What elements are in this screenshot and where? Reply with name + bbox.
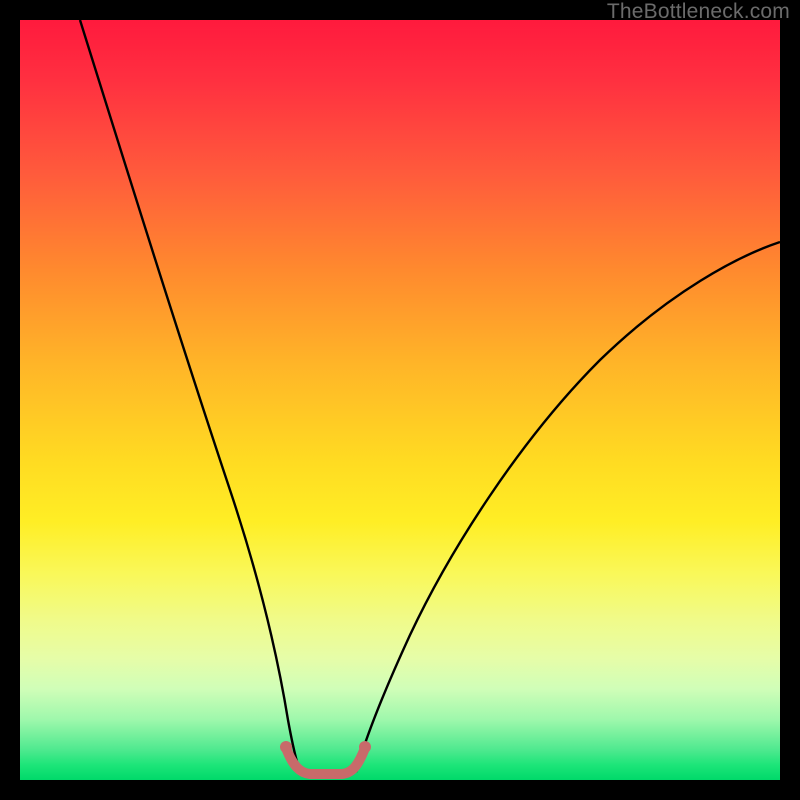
bottom-link bbox=[286, 748, 365, 774]
left-curve bbox=[80, 20, 300, 772]
plot-area bbox=[20, 20, 780, 780]
bottom-link-end-right bbox=[359, 741, 371, 753]
curve-layer bbox=[20, 20, 780, 780]
right-curve bbox=[356, 242, 780, 772]
watermark-text: TheBottleneck.com bbox=[607, 0, 790, 24]
bottom-link-end-left bbox=[280, 741, 292, 753]
chart-frame: TheBottleneck.com bbox=[0, 0, 800, 800]
